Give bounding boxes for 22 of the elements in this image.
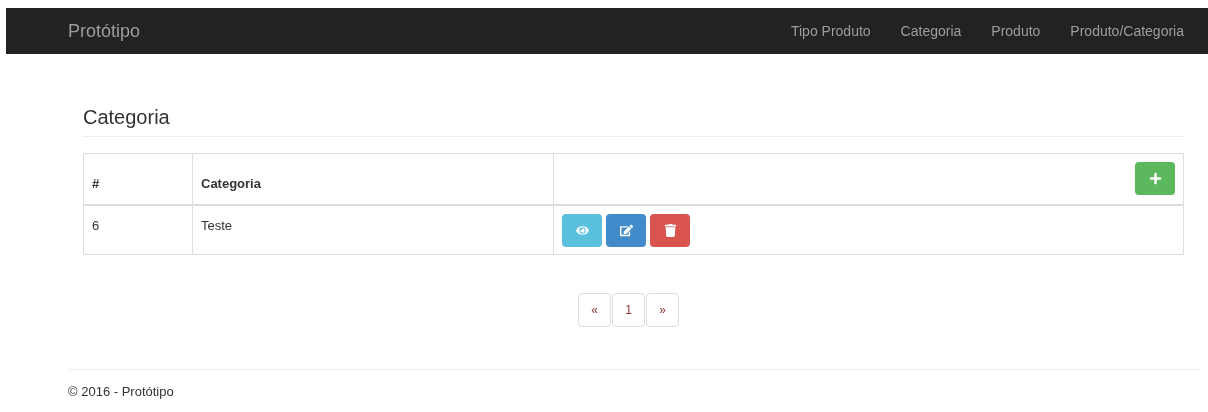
nav-link[interactable]: Produto/Categoria [1055,20,1199,42]
nav-link[interactable]: Categoria [885,20,977,42]
nav-link[interactable]: Tipo Produto [775,20,886,42]
trash-icon [663,223,677,237]
plus-icon [1148,172,1162,186]
page-link[interactable]: « [578,293,611,327]
page-link[interactable]: 1 [612,293,645,327]
column-header: # [83,153,193,205]
table-cell: Teste [192,204,554,255]
table-cell: 6 [83,204,193,255]
edit-icon [619,223,633,237]
page-link[interactable]: » [646,293,679,327]
nav-link[interactable]: Produto [976,20,1056,42]
page-title: Categoria [83,102,1184,137]
column-header: Categoria [192,153,554,205]
footer-text: © 2016 - Protótipo [67,383,175,400]
view-button[interactable] [562,213,602,247]
delete-button[interactable] [650,213,690,247]
navbar-brand[interactable]: Protótipo [68,17,141,45]
eye-icon [575,223,589,237]
add-button[interactable] [1135,162,1175,196]
edit-button[interactable] [606,213,646,247]
